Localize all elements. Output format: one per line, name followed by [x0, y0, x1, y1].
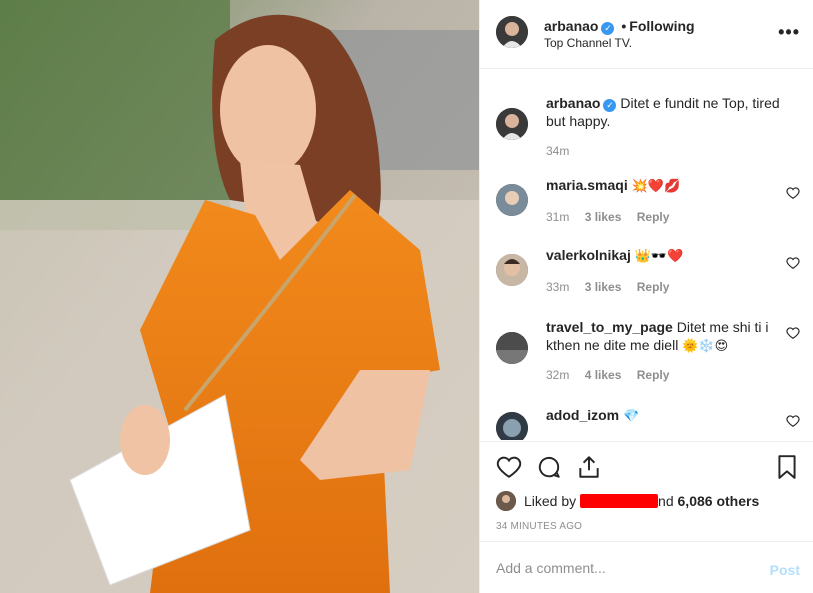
- comment-emojis: 💥❤️💋: [631, 178, 681, 193]
- likes-count[interactable]: 6,086 others: [678, 493, 760, 509]
- comment-body: travel_to_my_page Ditet me shi ti i kthe…: [546, 318, 786, 355]
- verified-badge-icon: ✓: [603, 99, 617, 112]
- reply-button[interactable]: Reply: [637, 280, 670, 294]
- commenter-avatar[interactable]: [496, 254, 528, 286]
- liker-avatar[interactable]: [496, 491, 516, 511]
- share-icon[interactable]: [576, 454, 602, 480]
- comment-username[interactable]: travel_to_my_page: [546, 319, 673, 335]
- post-timestamp[interactable]: 34 MINUTES AGO: [496, 521, 582, 532]
- commenter-avatar[interactable]: [496, 184, 528, 216]
- comment-likes[interactable]: 4 likes: [585, 368, 622, 382]
- author-line: arbanao ✓ • Following: [544, 18, 695, 35]
- post-header: arbanao ✓ • Following Top Channel TV. •••: [480, 0, 813, 69]
- post-actions: Liked by nd 6,086 others 34 MINUTES AGO: [480, 441, 813, 541]
- liked-by-prefix: Liked by: [524, 493, 577, 509]
- like-comment-heart-icon[interactable]: [786, 186, 800, 200]
- post-location[interactable]: Top Channel TV.: [544, 36, 632, 50]
- comment-username[interactable]: adod_izom: [546, 407, 619, 423]
- comment-emojis: 💎: [623, 408, 640, 423]
- caption-author[interactable]: arbanao: [546, 95, 600, 111]
- comment-likes[interactable]: 3 likes: [585, 280, 622, 294]
- reply-button[interactable]: Reply: [637, 210, 670, 224]
- comment-emojis: 🌞❄️😍: [682, 338, 729, 353]
- liked-by-suffix: nd: [658, 493, 674, 509]
- comment-meta: 31m 3 likes Reply: [546, 210, 681, 224]
- liked-by-text: Liked by nd 6,086 others: [524, 493, 759, 509]
- comment-body: adod_izom 💎: [546, 406, 786, 425]
- separator-dot: •: [621, 18, 627, 34]
- reply-button[interactable]: Reply: [637, 368, 670, 382]
- post-comment-button[interactable]: Post: [770, 562, 800, 578]
- comment-emojis: 👑🕶️❤️: [634, 248, 684, 263]
- heart-icon[interactable]: [496, 454, 522, 480]
- like-comment-heart-icon[interactable]: [786, 414, 800, 428]
- redacted-username: [580, 494, 659, 508]
- following-button[interactable]: Following: [629, 18, 694, 34]
- comment-time[interactable]: 31m: [546, 210, 569, 224]
- caption-body: arbanao ✓ Ditet e fundit ne Top, tired bu…: [546, 94, 786, 130]
- caption-author-avatar[interactable]: [496, 108, 528, 140]
- comments-list[interactable]: arbanao ✓ Ditet e fundit ne Top, tired bu…: [480, 70, 813, 440]
- comment-username[interactable]: maria.smaqi: [546, 177, 628, 193]
- commenter-avatar[interactable]: [496, 412, 528, 440]
- comment-likes[interactable]: 3 likes: [585, 210, 622, 224]
- comment-icon[interactable]: [536, 454, 562, 480]
- comment-body: maria.smaqi 💥❤️💋: [546, 176, 786, 195]
- comment-body: valerkolnikaj 👑🕶️❤️: [546, 246, 786, 265]
- verified-badge-icon: ✓: [601, 22, 615, 35]
- caption-time[interactable]: 34m: [546, 144, 569, 158]
- comment-time[interactable]: 32m: [546, 368, 569, 382]
- add-comment-input[interactable]: [496, 558, 746, 578]
- add-comment-bar: Post: [480, 541, 813, 593]
- bookmark-icon[interactable]: [774, 454, 800, 480]
- post-detail-panel: arbanao ✓ • Following Top Channel TV. ••• …: [479, 0, 813, 593]
- commenter-avatar[interactable]: [496, 332, 528, 364]
- caption-meta: 34m: [546, 144, 581, 158]
- comment-time[interactable]: 33m: [546, 280, 569, 294]
- like-comment-heart-icon[interactable]: [786, 326, 800, 340]
- like-comment-heart-icon[interactable]: [786, 256, 800, 270]
- comment-meta: 33m 3 likes Reply: [546, 280, 681, 294]
- author-avatar[interactable]: [496, 16, 528, 48]
- comment-meta: 32m 4 likes Reply: [546, 368, 681, 382]
- author-username[interactable]: arbanao: [544, 18, 598, 34]
- post-photo[interactable]: [0, 0, 479, 593]
- more-options-icon[interactable]: •••: [778, 22, 800, 42]
- comment-username[interactable]: valerkolnikaj: [546, 247, 631, 263]
